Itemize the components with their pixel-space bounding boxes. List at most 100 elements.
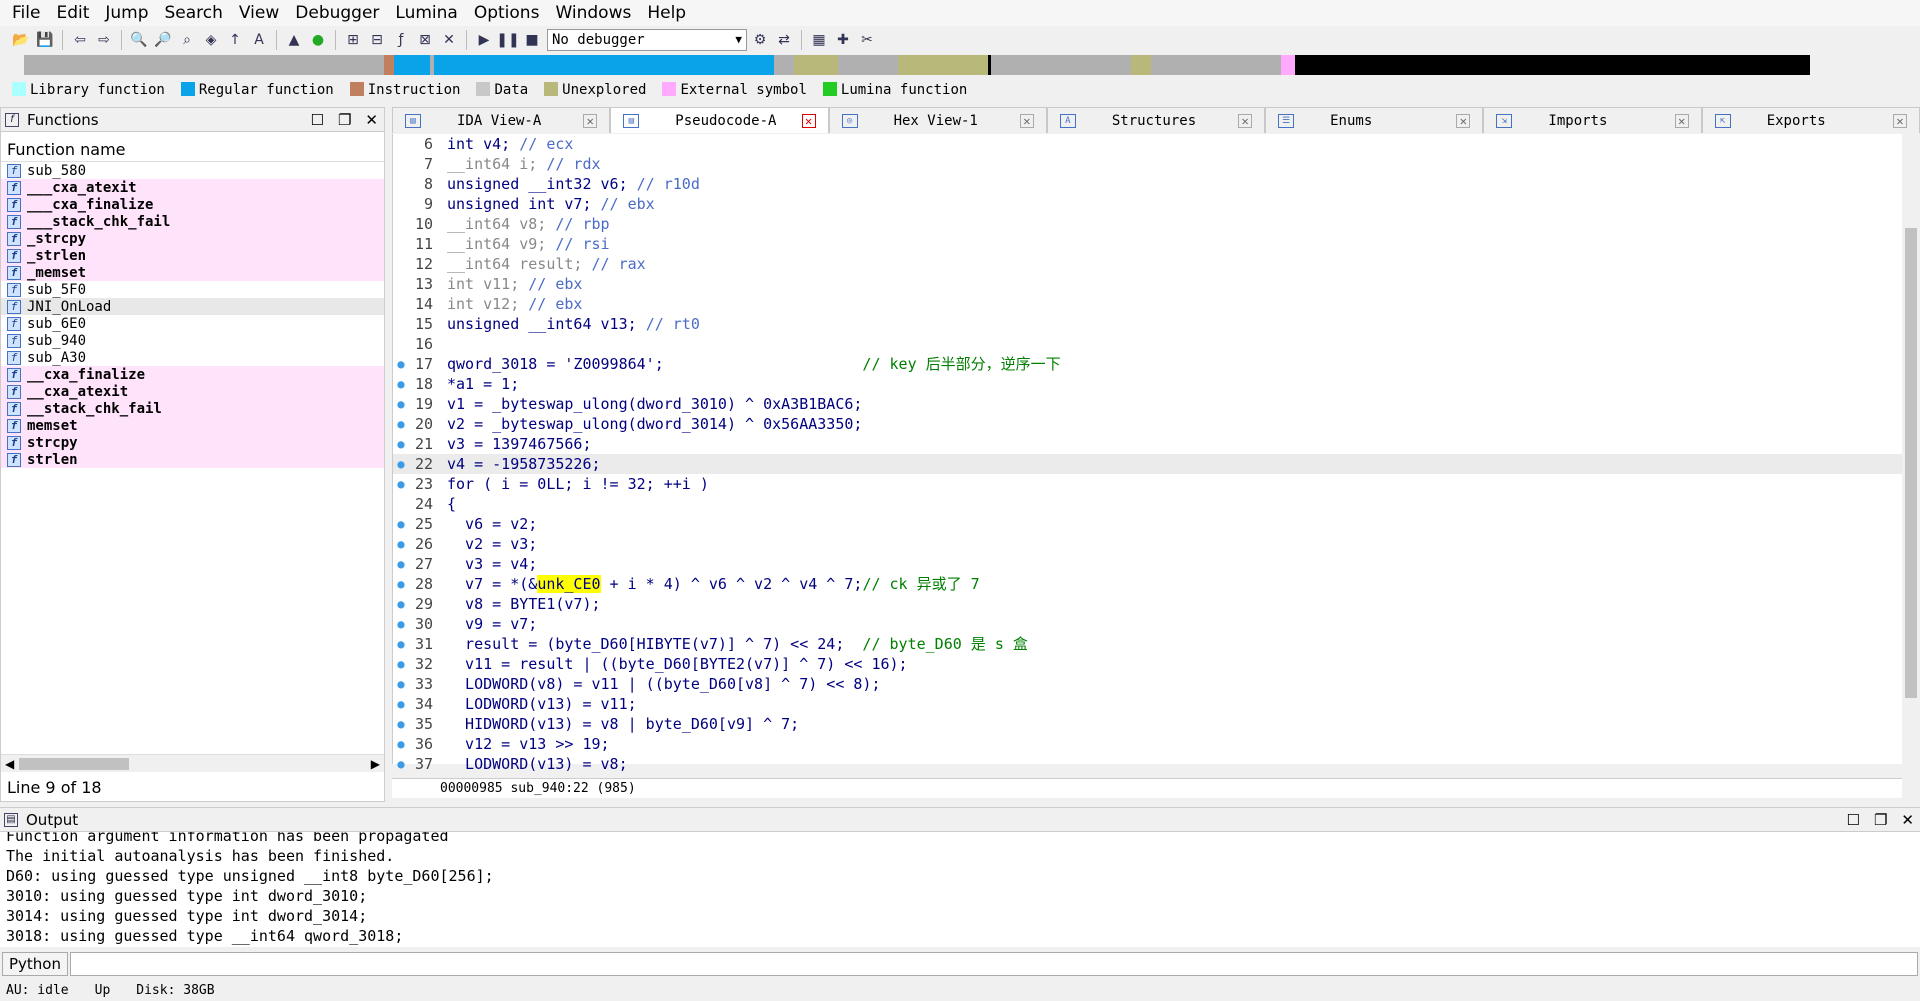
menu-edit[interactable]: Edit xyxy=(48,0,97,26)
python-button[interactable]: Python xyxy=(2,952,68,976)
func-icon[interactable]: ƒ xyxy=(390,29,412,51)
function-row[interactable]: f __cxa_finalize xyxy=(1,366,384,383)
function-row[interactable]: f sub_A30 xyxy=(1,349,384,366)
tab-close-icon[interactable]: ✕ xyxy=(801,113,816,128)
code-line[interactable]: ● 17 qword_3018 = 'Z0099864'; // key 后半部分，… xyxy=(393,354,1902,374)
menu-help[interactable]: Help xyxy=(639,0,694,26)
function-row[interactable]: f _memset xyxy=(1,264,384,281)
pause-icon[interactable]: ❚❚ xyxy=(496,29,519,51)
code-line[interactable]: 16 xyxy=(393,334,1902,354)
code-line[interactable]: ● 19 v1 = _byteswap_ulong(dword_3010) ^ 0x… xyxy=(393,394,1902,414)
play-icon[interactable]: ▶ xyxy=(473,29,495,51)
breakpoint-dot-icon[interactable]: ● xyxy=(393,414,409,434)
navigation-band[interactable] xyxy=(12,55,1906,75)
back-icon[interactable]: ⇦ xyxy=(69,29,91,51)
breakpoint-dot-icon[interactable]: ● xyxy=(393,454,409,474)
code-line[interactable]: ● 20 v2 = _byteswap_ulong(dword_3014) ^ 0x… xyxy=(393,414,1902,434)
function-row[interactable]: f JNI_OnLoad xyxy=(1,298,384,315)
function-row[interactable]: f strlen xyxy=(1,451,384,468)
code-line[interactable]: ● 35 HIDWORD(v13) = v8 | byte_D60[v9] ^ 7… xyxy=(393,714,1902,734)
breakpoint-dot-icon[interactable]: ● xyxy=(393,714,409,734)
function-name-header[interactable]: Function name xyxy=(1,132,384,162)
restore-icon[interactable]: ❐ xyxy=(1874,808,1887,832)
graph-icon[interactable]: ▲ xyxy=(283,29,305,51)
breakpoint-dot-icon[interactable]: ● xyxy=(393,374,409,394)
tab-close-icon[interactable]: ✕ xyxy=(1456,113,1471,128)
close-icon[interactable]: ✕ xyxy=(365,108,378,132)
open-icon[interactable]: 📂 xyxy=(10,29,32,51)
code-line[interactable]: 8 unsigned __int32 v6; // r10d xyxy=(393,174,1902,194)
breakpoint-dot-icon[interactable] xyxy=(393,294,409,314)
breakpoint-dot-icon[interactable]: ● xyxy=(393,434,409,454)
breakpoint-dot-icon[interactable]: ● xyxy=(393,474,409,494)
breakpoint-dot-icon[interactable] xyxy=(393,274,409,294)
tab-imports[interactable]: ⇲ Imports ✕ xyxy=(1483,107,1702,133)
breakpoint-dot-icon[interactable]: ● xyxy=(393,674,409,694)
code-line[interactable]: 15 unsigned __int64 v13; // rt0 xyxy=(393,314,1902,334)
breakpoint-dot-icon[interactable]: ● xyxy=(393,654,409,674)
tools-icon[interactable]: ✂ xyxy=(856,29,878,51)
function-row[interactable]: f ___cxa_atexit xyxy=(1,179,384,196)
find-icon[interactable]: ◈ xyxy=(200,29,222,51)
tab-exports[interactable]: ⇱ Exports ✕ xyxy=(1701,107,1920,133)
code-line[interactable]: ● 28 v7 = *(&unk_CE0 + i * 4) ^ v6 ^ v2 ^… xyxy=(393,574,1902,594)
code-line[interactable]: ● 33 LODWORD(v8) = v11 | ((byte_D60[v8] ^… xyxy=(393,674,1902,694)
scrollbar-thumb[interactable] xyxy=(1905,228,1917,698)
maximize-icon[interactable]: ☐ xyxy=(1847,808,1860,832)
search-text-icon[interactable]: 🔎 xyxy=(152,29,174,51)
jump-up-icon[interactable]: ↑ xyxy=(224,29,246,51)
breakpoint-dot-icon[interactable] xyxy=(393,174,409,194)
breakpoint-dot-icon[interactable]: ● xyxy=(393,614,409,634)
attach-icon[interactable]: ⇄ xyxy=(773,29,795,51)
function-row[interactable]: f sub_5F0 xyxy=(1,281,384,298)
menu-view[interactable]: View xyxy=(231,0,287,26)
tab-close-icon[interactable]: ✕ xyxy=(1238,113,1253,128)
function-row[interactable]: f _strcpy xyxy=(1,230,384,247)
menu-file[interactable]: File xyxy=(4,0,48,26)
tab-enums[interactable]: ☰ Enums ✕ xyxy=(1265,107,1484,133)
code-line[interactable]: 12 __int64 result; // rax xyxy=(393,254,1902,274)
breakpoint-dot-icon[interactable]: ● xyxy=(393,734,409,754)
menu-windows[interactable]: Windows xyxy=(547,0,639,26)
scrollbar-thumb[interactable] xyxy=(19,758,129,770)
breakpoint-dot-icon[interactable] xyxy=(393,494,409,514)
code-line[interactable]: ● 32 v11 = result | ((byte_D60[BYTE2(v7)]… xyxy=(393,654,1902,674)
tab-ida-view-a[interactable]: ▤ IDA View-A ✕ xyxy=(392,107,611,133)
code-line[interactable]: ● 36 v12 = v13 >> 19; xyxy=(393,734,1902,754)
tab-close-icon[interactable]: ✕ xyxy=(1892,113,1907,128)
breakpoint-dot-icon[interactable]: ● xyxy=(393,574,409,594)
breakpoint-dot-icon[interactable] xyxy=(393,314,409,334)
tab-close-icon[interactable]: ✕ xyxy=(583,113,598,128)
breakpoint-dot-icon[interactable] xyxy=(393,134,409,154)
function-row[interactable]: f strcpy xyxy=(1,434,384,451)
nav-left-arrow[interactable] xyxy=(12,55,24,75)
code-line[interactable]: ● 30 v9 = v7; xyxy=(393,614,1902,634)
function-row[interactable]: f ___stack_chk_fail xyxy=(1,213,384,230)
menu-search[interactable]: Search xyxy=(157,0,231,26)
maximize-icon[interactable]: ☐ xyxy=(311,108,324,132)
code-icon[interactable]: ⊞ xyxy=(342,29,364,51)
run-green-icon[interactable]: ● xyxy=(307,29,329,51)
function-row[interactable]: f __cxa_atexit xyxy=(1,383,384,400)
save-icon[interactable]: 💾 xyxy=(34,29,56,51)
breakpoint-dot-icon[interactable]: ● xyxy=(393,554,409,574)
command-input[interactable] xyxy=(70,952,1918,976)
code-line[interactable]: 6 int v4; // ecx xyxy=(393,134,1902,154)
code-line[interactable]: ● 31 result = (byte_D60[HIBYTE(v7)] ^ 7) … xyxy=(393,634,1902,654)
breakpoint-dot-icon[interactable]: ● xyxy=(393,634,409,654)
search-imm-icon[interactable]: ⌕ xyxy=(176,29,198,51)
text-color-icon[interactable]: A xyxy=(248,29,270,51)
function-row[interactable]: f sub_580 xyxy=(1,162,384,179)
debugger-select[interactable]: No debugger ▼ xyxy=(547,29,747,51)
forward-icon[interactable]: ⇨ xyxy=(93,29,115,51)
function-row[interactable]: f _strlen xyxy=(1,247,384,264)
tab-close-icon[interactable]: ✕ xyxy=(1674,113,1689,128)
data-icon[interactable]: ⊟ xyxy=(366,29,388,51)
pseudocode-view[interactable]: 6 int v4; // ecx 7 __int64 i; // rdx 8 unsign… xyxy=(392,134,1902,773)
struct-icon[interactable]: ⊠ xyxy=(414,29,436,51)
stop-icon[interactable]: ■ xyxy=(521,29,543,51)
menu-lumina[interactable]: Lumina xyxy=(387,0,465,26)
menu-debugger[interactable]: Debugger xyxy=(287,0,387,26)
code-line[interactable]: ● 29 v8 = BYTE1(v7); xyxy=(393,594,1902,614)
function-row[interactable]: f memset xyxy=(1,417,384,434)
